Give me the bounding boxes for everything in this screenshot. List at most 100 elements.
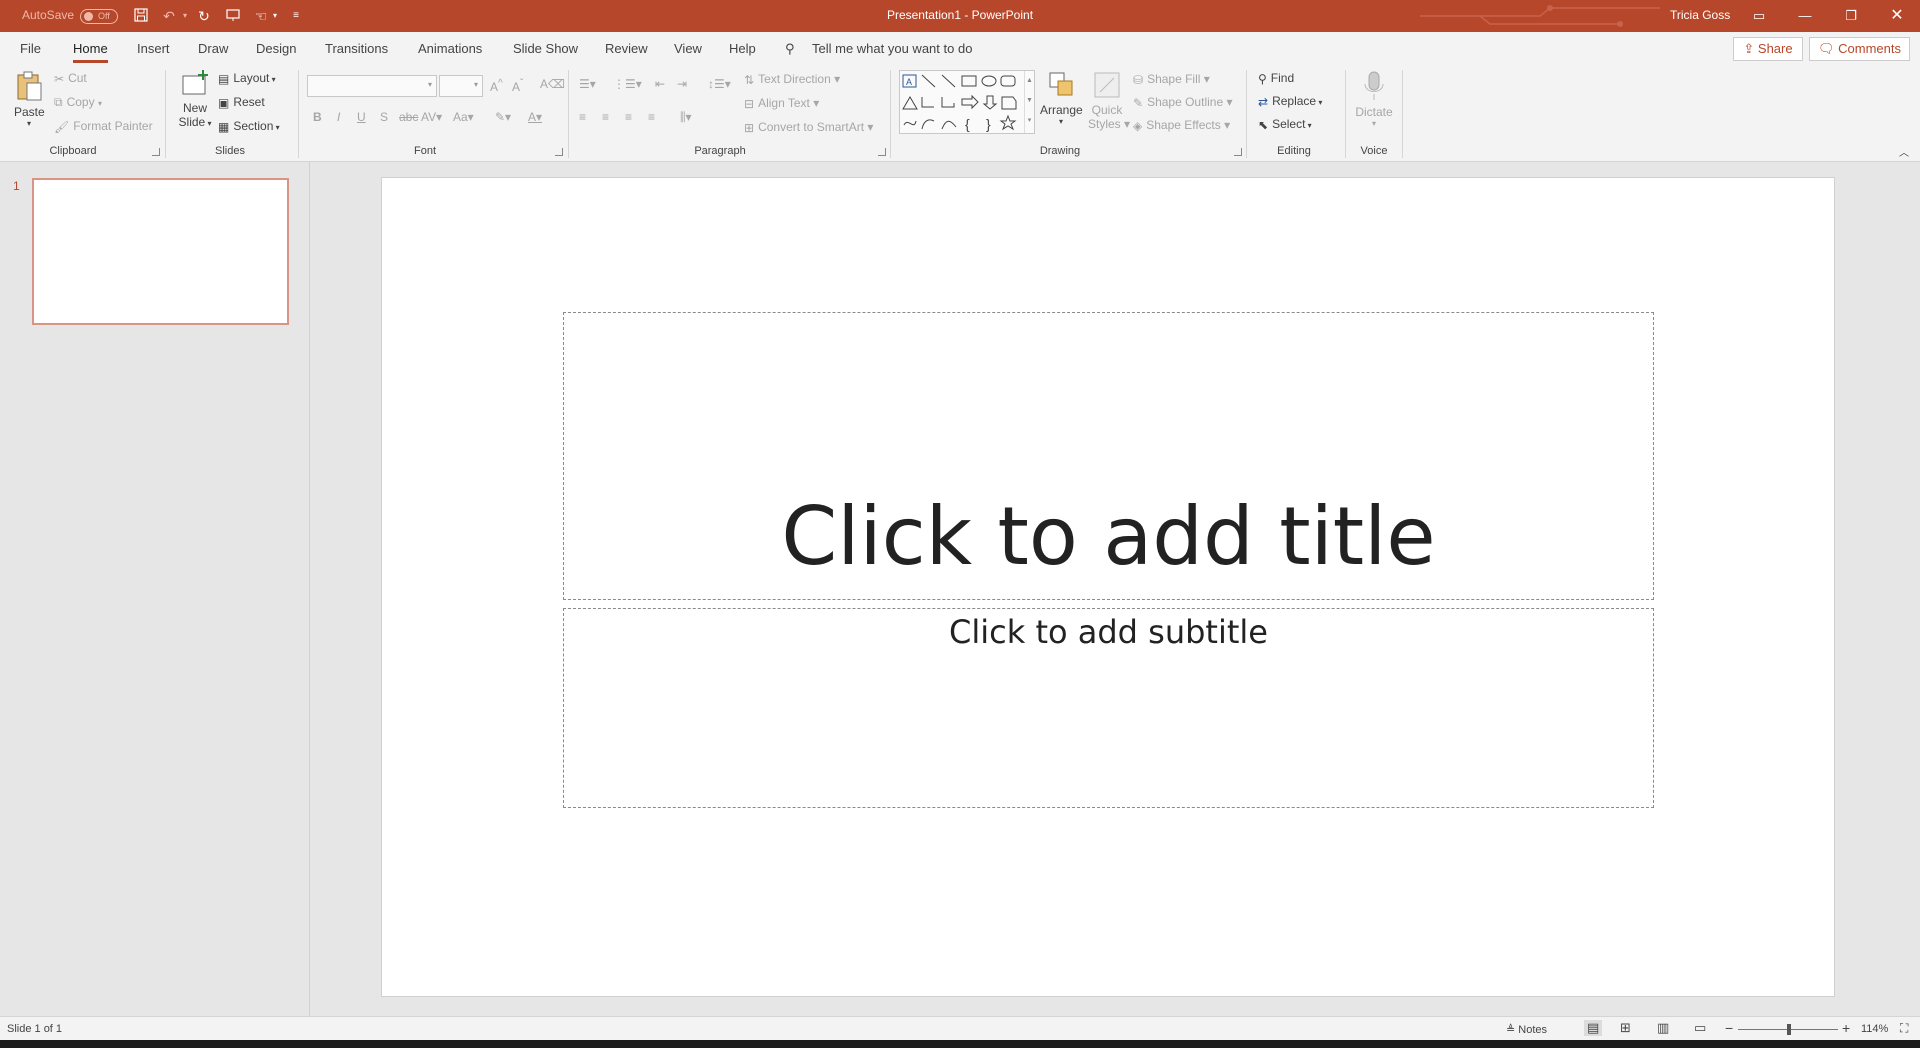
comments-button[interactable]: 🗨 Comments bbox=[1809, 37, 1910, 61]
tab-slide-show[interactable]: Slide Show bbox=[513, 41, 578, 56]
customize-qat-icon[interactable]: ≡ bbox=[287, 7, 305, 25]
bold-icon[interactable]: B bbox=[313, 110, 322, 124]
status-bar: Slide 1 of 1 ≜ Notes ▤ ⊞ ▥ ▭ − + 114% ⛶ bbox=[0, 1016, 1920, 1040]
align-text-button[interactable]: ⊟ Align Text ▾ bbox=[744, 96, 819, 111]
reading-view-icon[interactable]: ▥ bbox=[1657, 1020, 1669, 1036]
align-left-icon[interactable]: ≡ bbox=[579, 110, 586, 124]
autosave-toggle[interactable]: Off bbox=[80, 9, 118, 24]
clipboard-launcher-icon[interactable] bbox=[152, 148, 160, 156]
copy-button[interactable]: ⧉ Copy ▾ bbox=[54, 95, 102, 110]
select-button[interactable]: ⬉ Select ▾ bbox=[1258, 117, 1312, 132]
share-button[interactable]: ⇪ Share bbox=[1733, 37, 1803, 61]
paste-button[interactable]: Paste ▾ bbox=[14, 70, 45, 128]
zoom-level[interactable]: 114% bbox=[1861, 1023, 1888, 1035]
svg-text:{: { bbox=[965, 116, 970, 132]
title-placeholder[interactable]: Click to add title bbox=[563, 312, 1654, 600]
text-direction-button[interactable]: ⇅ Text Direction ▾ bbox=[744, 72, 840, 87]
highlight-color-icon[interactable]: ✎▾ bbox=[495, 110, 511, 124]
numbering-icon[interactable]: ⋮☰▾ bbox=[613, 77, 642, 91]
new-slide-button[interactable]: New Slide ▾ bbox=[175, 70, 215, 129]
gallery-scroll-icon[interactable]: ▲ ▼ ▾ bbox=[1024, 71, 1034, 133]
tab-design[interactable]: Design bbox=[256, 41, 296, 56]
tell-me-search[interactable]: Tell me what you want to do bbox=[812, 41, 972, 56]
clear-formatting-icon[interactable]: A⌫ bbox=[540, 77, 565, 91]
zoom-out-icon[interactable]: − bbox=[1725, 1020, 1733, 1036]
quick-styles-button[interactable]: Quick Styles ▾ bbox=[1088, 70, 1130, 131]
shape-outline-button[interactable]: ✎ Shape Outline ▾ bbox=[1133, 95, 1232, 110]
dictate-button[interactable]: Dictate ▾ bbox=[1352, 70, 1396, 128]
fit-to-window-icon[interactable]: ⛶ bbox=[1900, 1021, 1908, 1036]
align-center-icon[interactable]: ≡ bbox=[602, 110, 609, 124]
shape-effects-button[interactable]: ◈ Shape Effects ▾ bbox=[1133, 118, 1230, 133]
arrange-button[interactable]: Arrange ▾ bbox=[1040, 70, 1083, 126]
taskbar-strip bbox=[0, 1040, 1920, 1048]
shape-fill-button[interactable]: ⛁ Shape Fill ▾ bbox=[1133, 72, 1210, 87]
subtitle-placeholder[interactable]: Click to add subtitle bbox=[563, 608, 1654, 808]
collapse-ribbon-icon[interactable]: ︿ bbox=[1899, 144, 1909, 159]
section-icon: ▦ bbox=[218, 119, 230, 134]
svg-text:A: A bbox=[906, 77, 912, 87]
increase-indent-icon[interactable]: ⇥ bbox=[677, 77, 687, 91]
bullets-icon[interactable]: ☰▾ bbox=[579, 77, 596, 91]
justify-icon[interactable]: ≡ bbox=[648, 110, 655, 124]
change-case-icon[interactable]: Aa▾ bbox=[453, 110, 474, 124]
user-name[interactable]: Tricia Goss bbox=[1670, 8, 1730, 22]
close-icon[interactable]: ✕ bbox=[1874, 0, 1920, 32]
slide-thumbnail[interactable] bbox=[32, 178, 289, 325]
tab-home[interactable]: Home bbox=[73, 41, 108, 63]
zoom-slider-thumb[interactable] bbox=[1787, 1024, 1791, 1035]
format-painter-button[interactable]: 🖌 Format Painter bbox=[54, 119, 153, 134]
font-name-combo[interactable]: ▾ bbox=[307, 75, 437, 97]
replace-button[interactable]: ⇄ Replace ▾ bbox=[1258, 94, 1322, 109]
strikethrough-icon[interactable]: abc bbox=[399, 110, 418, 124]
group-divider bbox=[1402, 70, 1403, 158]
tab-view[interactable]: View bbox=[674, 41, 702, 56]
underline-icon[interactable]: U bbox=[357, 110, 366, 124]
font-launcher-icon[interactable] bbox=[555, 148, 563, 156]
character-spacing-icon[interactable]: AV▾ bbox=[421, 110, 442, 124]
layout-button[interactable]: ▤ Layout ▾ bbox=[218, 71, 276, 86]
drawing-launcher-icon[interactable] bbox=[1234, 148, 1242, 156]
increase-font-size-icon[interactable]: A^ bbox=[490, 78, 503, 94]
find-button[interactable]: ⚲ Find bbox=[1258, 71, 1294, 86]
columns-icon[interactable]: ⫼▾ bbox=[680, 110, 692, 125]
tab-help[interactable]: Help bbox=[729, 41, 756, 56]
group-divider bbox=[1345, 70, 1346, 158]
convert-smartart-button[interactable]: ⊞ Convert to SmartArt ▾ bbox=[744, 120, 873, 135]
ribbon-display-options-icon[interactable]: ▭ bbox=[1736, 0, 1782, 32]
redo-icon[interactable]: ↻ bbox=[195, 7, 213, 25]
tab-animations[interactable]: Animations bbox=[418, 41, 482, 56]
tab-review[interactable]: Review bbox=[605, 41, 648, 56]
tab-draw[interactable]: Draw bbox=[198, 41, 228, 56]
tab-insert[interactable]: Insert bbox=[137, 41, 170, 56]
quick-styles-icon bbox=[1094, 72, 1120, 98]
paragraph-launcher-icon[interactable] bbox=[878, 148, 886, 156]
font-size-combo[interactable]: ▾ bbox=[439, 75, 483, 97]
tab-file[interactable]: File bbox=[20, 41, 41, 56]
normal-view-icon[interactable]: ▤ bbox=[1584, 1020, 1603, 1036]
tab-transitions[interactable]: Transitions bbox=[325, 41, 388, 56]
shadow-icon[interactable]: S bbox=[380, 110, 388, 124]
slide-show-icon[interactable]: ▭ bbox=[1694, 1020, 1706, 1036]
shapes-gallery[interactable]: A {} ▲ ▼ ▾ bbox=[899, 70, 1035, 134]
section-button[interactable]: ▦ Section ▾ bbox=[218, 119, 280, 134]
zoom-in-icon[interactable]: + bbox=[1842, 1020, 1850, 1036]
cut-button[interactable]: ✂ Cut bbox=[54, 71, 87, 86]
minimize-icon[interactable]: — bbox=[1782, 0, 1828, 32]
ribbon: Paste ▾ ✂ Cut ⧉ Copy ▾ 🖌 Format Painter Cli… bbox=[0, 66, 1920, 162]
italic-icon[interactable]: I bbox=[337, 110, 340, 124]
slide-sorter-icon[interactable]: ⊞ bbox=[1620, 1020, 1631, 1036]
save-icon[interactable] bbox=[132, 7, 150, 25]
reset-button[interactable]: ▣ Reset bbox=[218, 95, 265, 110]
slide-canvas[interactable]: Click to add title Click to add subtitle bbox=[381, 177, 1835, 997]
undo-dropdown-icon[interactable]: ▾ bbox=[176, 7, 194, 25]
decrease-indent-icon[interactable]: ⇤ bbox=[655, 77, 665, 91]
touch-dropdown-icon[interactable]: ▾ bbox=[266, 7, 284, 25]
font-color-icon[interactable]: A▾ bbox=[528, 110, 542, 124]
align-right-icon[interactable]: ≡ bbox=[625, 110, 632, 124]
notes-button[interactable]: ≜ Notes bbox=[1506, 1023, 1547, 1036]
start-from-beginning-icon[interactable] bbox=[224, 7, 242, 25]
restore-icon[interactable]: ❐ bbox=[1828, 0, 1874, 32]
line-spacing-icon[interactable]: ↕☰▾ bbox=[708, 77, 731, 91]
decrease-font-size-icon[interactable]: Aˇ bbox=[512, 78, 523, 94]
